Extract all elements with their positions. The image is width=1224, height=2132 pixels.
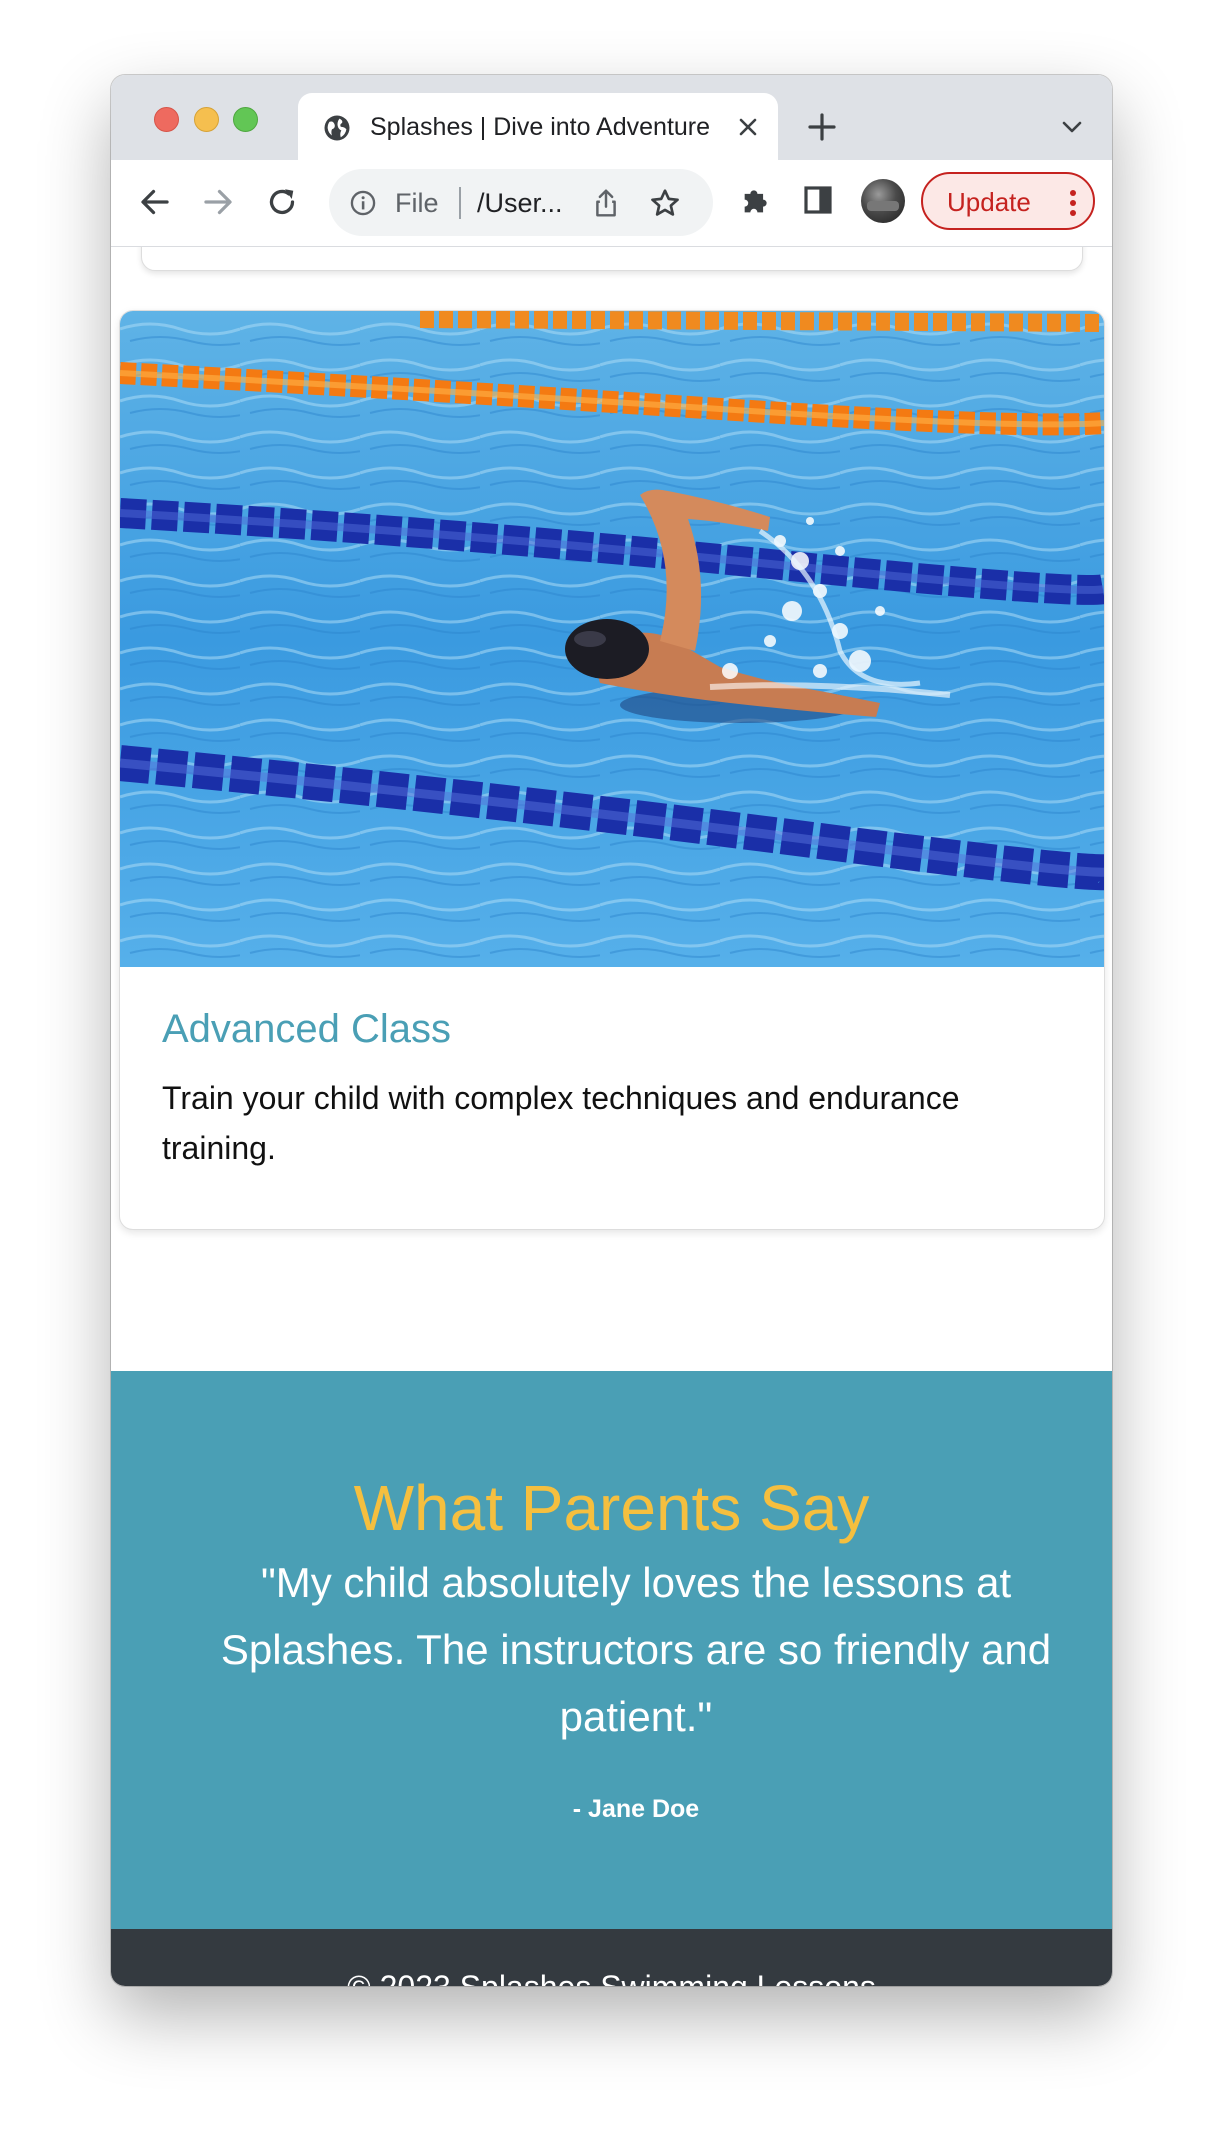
page-footer: © 2023 Splashes Swimming Lessons <box>111 1929 1112 1986</box>
page-viewport[interactable]: Advanced Class Train your child with com… <box>111 247 1112 1986</box>
globe-icon <box>324 115 350 141</box>
testimonials-section: What Parents Say "My child absolutely lo… <box>111 1371 1112 1929</box>
address-bar[interactable]: File /User... <box>329 169 713 236</box>
profile-avatar[interactable] <box>861 179 905 223</box>
testimonial-author: - Jane Doe <box>572 1795 700 1823</box>
active-tab[interactable]: Splashes | Dive into Adventure <box>298 93 778 160</box>
omnibox-divider <box>459 187 461 219</box>
url-text[interactable]: /User... <box>477 188 563 219</box>
testimonial-quote: "My child absolutely loves the lessons a… <box>220 1559 1052 1740</box>
title-bar: Splashes | Dive into Adventure <box>111 75 1112 160</box>
tab-title: Splashes | Dive into Adventure <box>370 113 711 141</box>
more-menu-icon[interactable] <box>1069 188 1077 218</box>
puzzle-extensions-icon[interactable] <box>739 184 773 218</box>
close-tab-icon[interactable] <box>736 115 760 139</box>
chevron-down-icon[interactable] <box>1060 117 1084 137</box>
info-icon[interactable] <box>349 189 377 217</box>
browser-window: Splashes | Dive into Adventure File /Use… <box>111 75 1112 1986</box>
card-description: Train your child with complex techniques… <box>162 1080 960 1166</box>
side-panel-icon[interactable] <box>802 184 834 216</box>
back-arrow-icon[interactable] <box>137 184 173 220</box>
swimmer-pool-image <box>120 311 1104 967</box>
update-label: Update <box>947 187 1031 217</box>
close-window-button[interactable] <box>154 107 179 132</box>
reload-icon[interactable] <box>264 184 300 220</box>
card-title: Advanced Class <box>162 1007 452 1051</box>
forward-arrow-icon[interactable] <box>200 184 236 220</box>
minimize-window-button[interactable] <box>194 107 219 132</box>
advanced-class-card: Advanced Class Train your child with com… <box>119 310 1105 1230</box>
testimonials-heading: What Parents Say <box>353 1472 870 1544</box>
update-button[interactable]: Update <box>921 172 1095 230</box>
new-tab-icon[interactable] <box>806 111 838 143</box>
bookmark-star-icon[interactable] <box>649 187 681 219</box>
zoom-window-button[interactable] <box>233 107 258 132</box>
footer-copyright: © 2023 Splashes Swimming Lessons <box>111 1969 1112 1986</box>
previous-class-card <box>141 247 1083 271</box>
url-scheme-label: File <box>395 188 439 218</box>
share-icon[interactable] <box>591 187 621 219</box>
browser-toolbar: File /User... Update <box>111 160 1112 247</box>
